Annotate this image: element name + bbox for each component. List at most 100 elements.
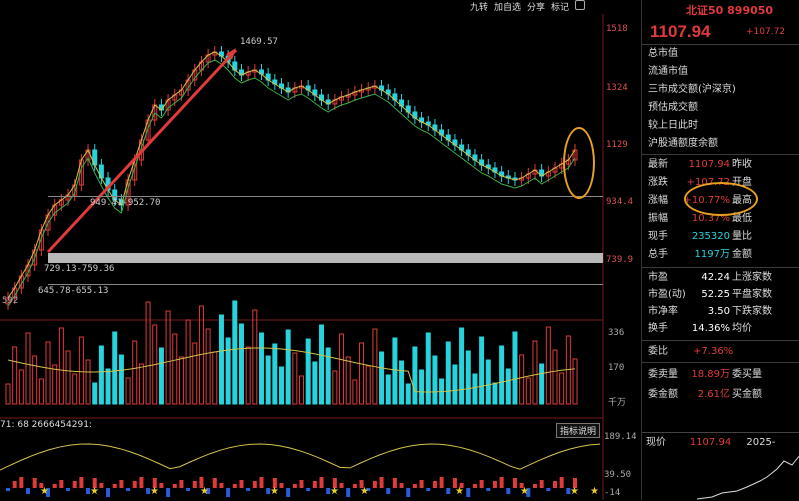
volume-bar — [98, 345, 104, 405]
volume-bar — [78, 336, 84, 405]
indicator-bar — [346, 488, 351, 497]
stat-value: 3.50 — [707, 306, 730, 317]
quote-value: 1107.94 — [688, 159, 730, 170]
index-title: 北证50 899050 — [686, 4, 774, 17]
indicator-bar — [132, 481, 137, 488]
indicator-values: 71: 68 2666454291: — [0, 420, 92, 430]
volume-bar — [345, 356, 351, 405]
volume-bar — [85, 359, 91, 405]
volume-bar — [479, 336, 485, 405]
peak-label: 1469.57 — [240, 37, 278, 47]
volume-bar — [292, 352, 298, 405]
indicator-bar — [286, 488, 291, 497]
divider — [642, 154, 799, 155]
volume-bar — [532, 340, 538, 405]
indicator-bar — [79, 477, 84, 488]
star-marker: ★ — [200, 486, 209, 497]
volume-bar — [512, 331, 518, 405]
indicator-bar — [392, 478, 397, 488]
indicator-bar — [319, 477, 324, 488]
price-change: +107.72 — [746, 27, 786, 37]
indicator-axis-tick: 189.14 — [604, 432, 637, 442]
intraday-mini-chart[interactable]: 现价 1107.94 2025- — [642, 432, 799, 501]
volume-bar — [38, 378, 44, 405]
indicator-bar — [552, 481, 557, 488]
volume-bar — [432, 355, 438, 405]
indicator-bar — [252, 481, 257, 488]
indicator-bar — [312, 481, 317, 488]
indicator-bar — [559, 477, 564, 488]
toolbar-share[interactable]: 分享 — [527, 0, 545, 13]
toolbar-mark[interactable]: 标记 — [551, 0, 569, 13]
indicator-bar — [72, 481, 77, 488]
volume-bar — [218, 314, 224, 405]
volume-bar — [165, 310, 171, 405]
settings-icon[interactable] — [575, 0, 586, 10]
volume-bar — [459, 327, 465, 405]
indicator-bar — [486, 488, 491, 491]
indicator-header: 71: 68 2666454291: — [0, 420, 600, 432]
volume-bar — [112, 331, 118, 405]
highlight-circle — [563, 127, 595, 199]
indicator-bar — [306, 488, 311, 491]
indicator-bar — [499, 477, 504, 488]
indicator-bar — [99, 483, 104, 488]
divider — [642, 44, 799, 45]
volume-bar — [192, 342, 198, 405]
order-row: 委卖量 18.89万 委买量 — [648, 367, 762, 383]
toolbar-add-favorite[interactable]: 加自选 — [494, 0, 521, 13]
toolbar-nine-turn[interactable]: 九转 — [470, 0, 488, 13]
star-marker: ★ — [570, 486, 579, 497]
quote-label: 金额 — [732, 249, 752, 260]
stat-key: 市净率 — [648, 306, 678, 317]
indicator-bar — [172, 484, 177, 488]
mini-price-label: 现价 — [646, 437, 666, 448]
volume-bar — [385, 374, 391, 405]
indicator-bar — [479, 480, 484, 488]
volume-bar — [332, 370, 338, 405]
stat-row: 市净率 3.50 下跌家数 — [648, 304, 772, 320]
indicator-bar — [432, 481, 437, 488]
volume-bar — [52, 364, 58, 405]
indicator-bar — [226, 488, 231, 497]
indicator-bar — [372, 481, 377, 488]
volume-bar — [339, 333, 345, 405]
volume-bar — [365, 365, 371, 405]
stat-label: 均价 — [732, 323, 752, 334]
level-line — [48, 196, 603, 197]
order-key: 委卖量 — [648, 369, 678, 380]
volume-bar — [545, 326, 551, 405]
volume-bar — [252, 309, 258, 405]
price-axis-tick: 1324 — [606, 83, 628, 93]
volume-bar — [125, 377, 131, 405]
volume-bar — [278, 366, 284, 405]
indicator-axis-tick: 39.50 — [604, 470, 632, 480]
volume-bar — [419, 369, 425, 405]
quote-key: 振幅 — [648, 213, 668, 224]
indicator-help-button[interactable]: 指标说明 — [556, 423, 601, 438]
volume-bar — [132, 340, 138, 405]
quote-row: 总手 1197万 金额 — [648, 247, 752, 263]
indicator-bar — [179, 480, 184, 488]
indicator-bar — [6, 488, 10, 491]
indicator-bar — [292, 484, 297, 488]
highlight-circle — [684, 182, 758, 216]
stat-row: 换手 14.36% 均价 — [648, 321, 752, 337]
quote-row: 最新 1107.94 昨收 — [648, 157, 752, 173]
kline-chart[interactable]: ★ ★ ★ ★ ★ ★ ★ ★ ★ ★ ★ 九转 加自选 分享 标记 1518 1324 1129 … — [0, 0, 640, 500]
indicator-bar — [352, 484, 357, 488]
indicator-bar — [26, 488, 31, 494]
indicator-bar — [19, 477, 24, 488]
quote-value: 1197万 — [694, 249, 730, 260]
weibi-value: +7.36% — [693, 346, 734, 357]
volume-bar — [312, 361, 318, 405]
indicator-wave — [0, 443, 601, 471]
quote-panel: 北证50 899050 1107.94 +107.72 总市值 流通市值 三市成… — [641, 0, 799, 500]
divider — [642, 267, 799, 268]
label-turnover: 三市成交额(沪深京) — [648, 84, 736, 95]
volume-bar — [392, 337, 398, 405]
indicator-bar — [119, 480, 124, 488]
indicator-bar — [412, 484, 417, 488]
volume-bar — [452, 364, 458, 405]
stat-value: 52.25 — [701, 289, 730, 300]
